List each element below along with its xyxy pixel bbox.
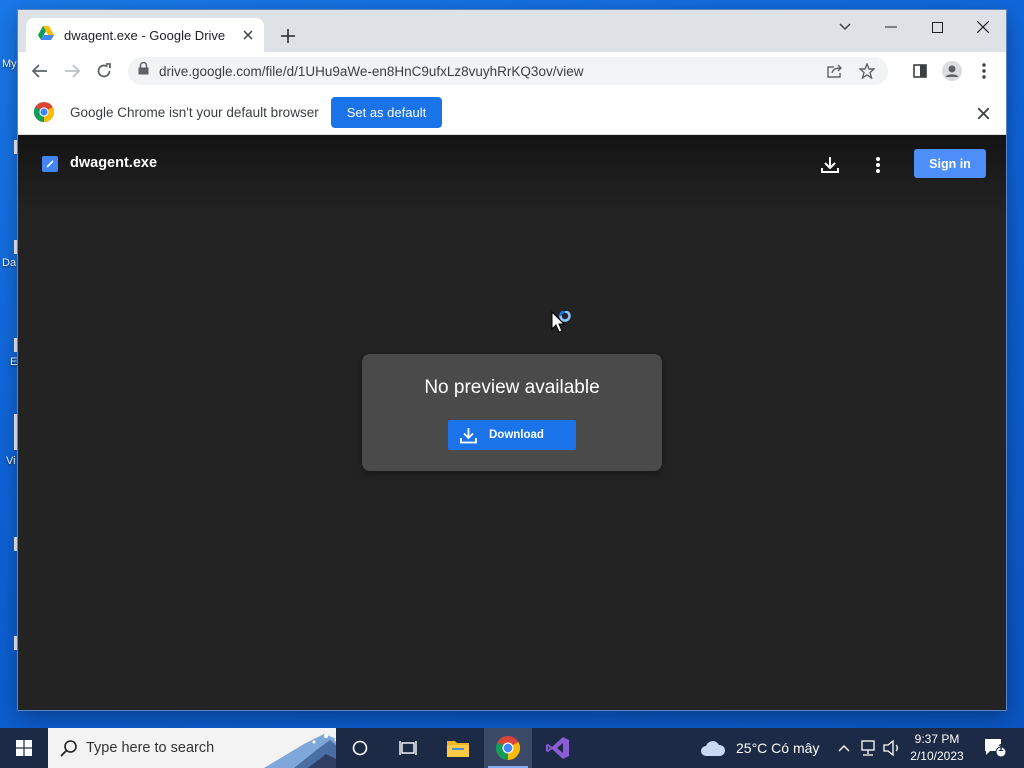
cortana-circle-icon [352,740,368,756]
infobar-message: Google Chrome isn't your default browser [70,104,319,120]
more-options-icon[interactable] [864,151,892,179]
chrome-taskbar-button[interactable] [484,728,532,768]
task-view-button[interactable] [384,728,432,768]
windows-taskbar: Type here to search 25°C Có mây 9:37 PM … [0,728,1024,768]
network-icon[interactable] [856,728,880,768]
folder-icon [447,741,469,757]
taskbar-search-box[interactable]: Type here to search [48,728,336,768]
search-placeholder: Type here to search [86,740,215,756]
search-icon [60,739,78,757]
desktop-label-fragment[interactable]: E [10,356,17,368]
download-button-label: Download [489,429,544,441]
visual-studio-icon [546,737,569,759]
drive-file-viewer: dwagent.exe Sign in No preview available… [18,135,1006,710]
bookmark-star-icon[interactable] [856,60,878,82]
system-clock[interactable]: 9:37 PM 2/10/2023 [904,731,970,765]
google-drive-icon [38,25,54,45]
search-highlight-art [264,728,336,768]
desktop-label-fragment[interactable]: My [2,58,17,70]
show-hidden-icons-chevron-icon[interactable] [834,728,854,768]
download-icon[interactable] [816,151,844,179]
lock-icon[interactable] [138,61,149,80]
browser-toolbar: drive.google.com/file/d/1UHu9aWe-en8HnC9… [18,52,1006,90]
notification-count: 1 [998,743,1004,754]
clock-time: 9:37 PM [914,732,960,746]
tab-title: dwagent.exe - Google Drive [64,27,226,43]
tab-search-icon[interactable] [822,12,868,42]
viewer-header: dwagent.exe Sign in [18,135,1006,193]
desktop-label-fragment[interactable]: Da [2,257,16,269]
no-preview-card: No preview available Download [362,354,662,471]
weather-text: 25°C Có mây [736,740,820,756]
start-button[interactable] [0,728,48,768]
sign-in-button[interactable]: Sign in [914,149,986,178]
download-arrow-icon [460,427,477,444]
chrome-window: dwagent.exe - Google Drive drive.google.… [18,10,1006,710]
volume-icon[interactable] [880,728,904,768]
visual-studio-button[interactable] [534,728,582,768]
download-button[interactable]: Download [448,420,576,450]
chrome-logo-icon [34,102,54,122]
minimize-button[interactable] [868,12,914,42]
no-preview-text: No preview available [424,377,600,398]
chrome-menu-icon[interactable] [970,57,998,85]
default-browser-infobar: Google Chrome isn't your default browser… [18,90,1006,135]
reload-button[interactable] [90,57,118,85]
back-button[interactable] [26,57,54,85]
tab-close-icon[interactable] [240,27,256,43]
action-center-button[interactable]: 1 [978,728,1012,768]
profile-avatar-icon[interactable] [938,57,966,85]
clock-date: 2/10/2023 [910,749,964,763]
new-tab-button[interactable] [276,24,300,48]
windows-logo-icon [16,740,32,756]
file-explorer-button[interactable] [434,728,482,768]
task-view-icon [399,741,417,755]
maximize-button[interactable] [914,12,960,42]
busy-cursor-icon [551,310,581,341]
title-bar: dwagent.exe - Google Drive [18,10,1006,52]
address-bar[interactable]: drive.google.com/file/d/1UHu9aWe-en8HnC9… [128,57,888,85]
close-window-button[interactable] [960,12,1006,42]
side-panel-icon[interactable] [906,57,934,85]
url-text[interactable]: drive.google.com/file/d/1UHu9aWe-en8HnC9… [159,64,814,79]
infobar-close-icon[interactable] [974,104,992,122]
desktop-label-fragment[interactable]: Vi [6,455,16,467]
set-as-default-button[interactable]: Set as default [330,96,443,128]
weather-widget[interactable]: 25°C Có mây [700,728,819,768]
share-icon[interactable] [824,60,846,82]
cloud-icon [701,741,726,756]
file-type-icon [42,156,58,172]
cortana-button[interactable] [336,728,384,768]
chrome-icon [496,736,520,760]
browser-tab[interactable]: dwagent.exe - Google Drive [26,18,264,52]
file-name: dwagent.exe [70,155,158,171]
forward-button[interactable] [58,57,86,85]
